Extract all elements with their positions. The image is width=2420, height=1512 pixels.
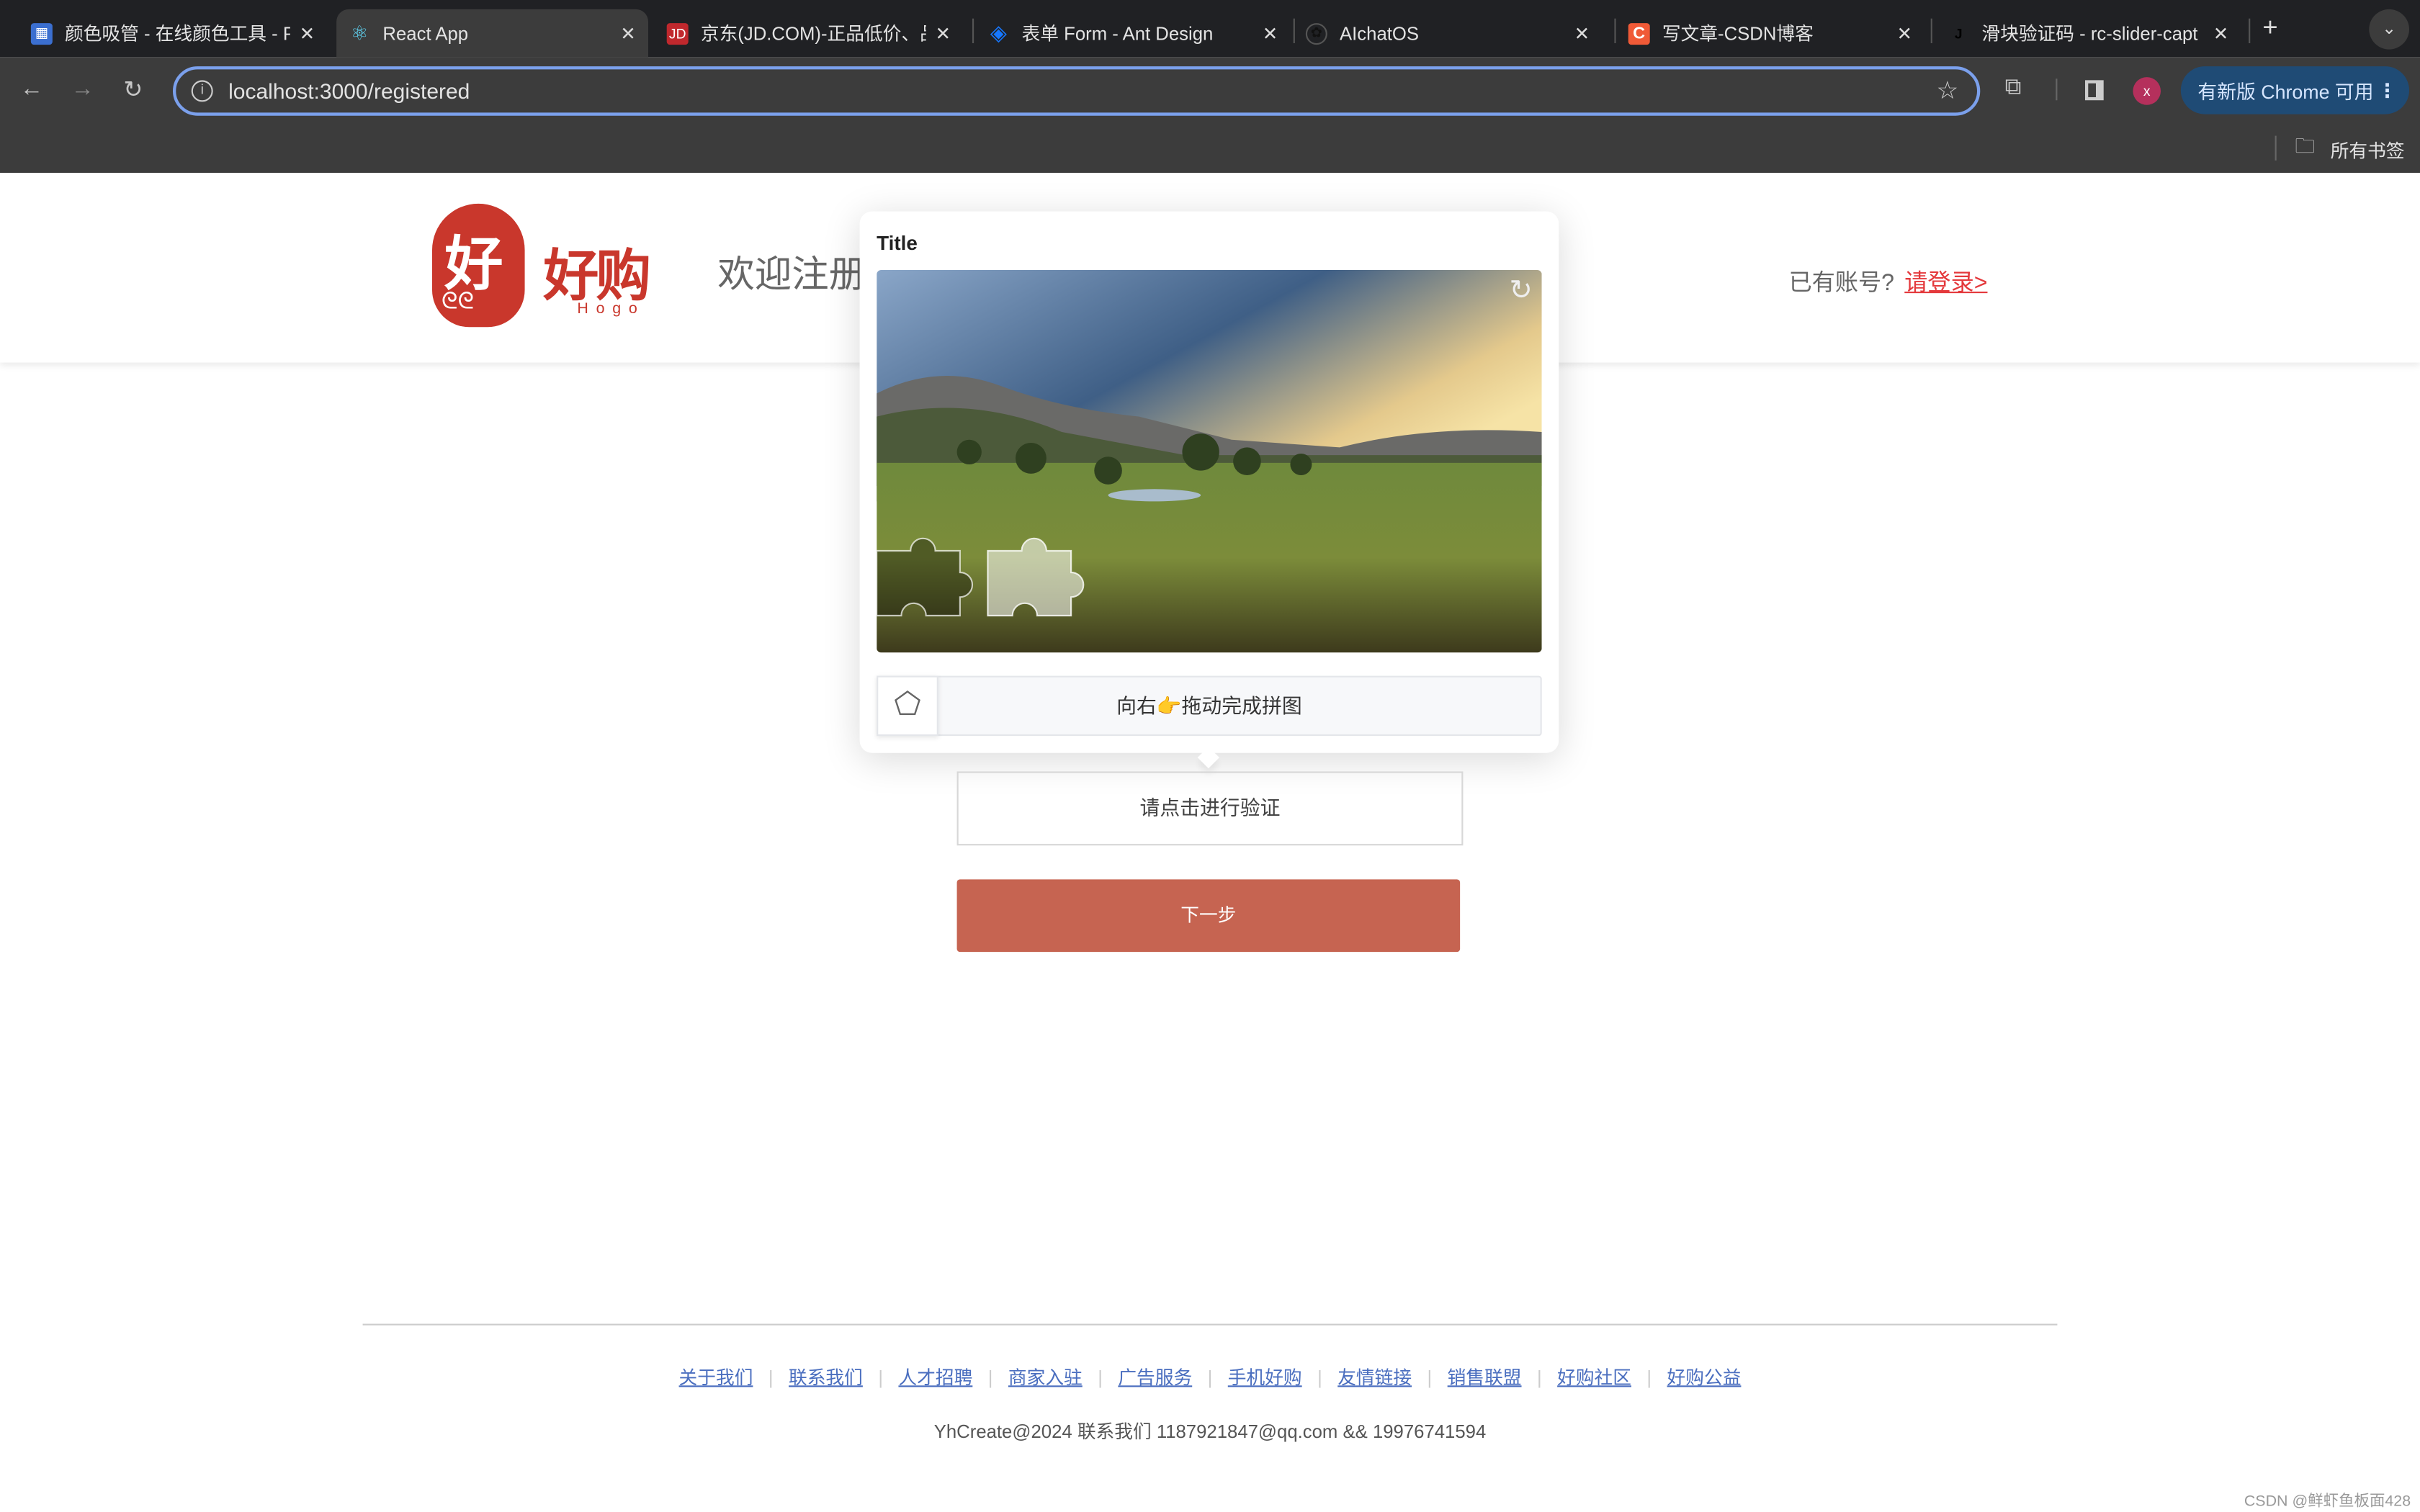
logo-name: 好购: [543, 243, 651, 309]
login-link[interactable]: 请登录>: [1904, 266, 1987, 298]
footer-link[interactable]: 联系我们: [774, 1367, 879, 1389]
reload-icon[interactable]: ↻: [123, 76, 143, 103]
tab-strip: ▦ 颜色吸管 - 在线颜色工具 - P ✕ ⚛ React App ✕ JD 京…: [0, 0, 2420, 58]
footer-separator: |: [1207, 1367, 1213, 1389]
jd-icon: JD: [666, 22, 689, 45]
page-icon: J: [1954, 25, 1963, 41]
close-tab-icon[interactable]: ✕: [620, 22, 636, 44]
forward-icon[interactable]: →: [71, 76, 94, 102]
watermark: CSDN @鲜虾鱼板面428: [2244, 1493, 2411, 1511]
copyright: YhCreate@2024 联系我们 1187921847@qq.com && …: [933, 1421, 1487, 1443]
close-tab-icon[interactable]: ✕: [1263, 22, 1278, 44]
footer-separator: |: [1427, 1367, 1433, 1389]
close-tab-icon[interactable]: ✕: [1896, 22, 1912, 44]
tab-aichatos[interactable]: ✿ AIchatOS ✕: [1294, 9, 1603, 57]
footer-separator: |: [1317, 1367, 1322, 1389]
footer-link[interactable]: 销售联盟: [1432, 1367, 1537, 1389]
next-step-button[interactable]: 下一步: [956, 879, 1461, 953]
close-tab-icon[interactable]: ✕: [935, 22, 951, 44]
logo-seal: 好 ᘓᘓ: [432, 203, 525, 328]
site-info-icon[interactable]: i: [191, 80, 213, 102]
captcha-title: Title: [877, 231, 918, 255]
close-tab-icon[interactable]: ✕: [300, 22, 315, 44]
tab-slider-captcha[interactable]: J 滑块验证码 - rc-slider-capt ✕: [1935, 9, 2241, 57]
tab-color-picker[interactable]: ▦ 颜色吸管 - 在线颜色工具 - P ✕: [19, 9, 328, 57]
tab-ant-design[interactable]: ◈ 表单 Form - Ant Design ✕: [975, 9, 1290, 57]
logo-sub: Hogo: [577, 300, 645, 318]
address-bar[interactable]: i localhost:3000/registered ☆: [173, 66, 1981, 116]
page-title: 欢迎注册: [717, 254, 866, 297]
captcha-popover: Title ↻ 向右👉拖动完成拼图 ⬠: [859, 211, 1559, 769]
cloud-icon: ᘓᘓ: [441, 288, 475, 315]
footer-link[interactable]: 好购公益: [1652, 1367, 1757, 1389]
footer-link[interactable]: 手机好购: [1212, 1367, 1317, 1389]
chrome-update-button[interactable]: 有新版 Chrome 可用 ⋮: [2180, 66, 2409, 114]
close-tab-icon[interactable]: ✕: [1574, 22, 1590, 44]
popover-arrow: [1197, 746, 1220, 769]
puzzle-handle-icon: ⬠: [894, 688, 921, 722]
footer-link[interactable]: 关于我们: [663, 1367, 768, 1389]
slider-handle[interactable]: ⬠: [877, 675, 938, 737]
captcha-image: ↻: [877, 270, 1542, 653]
footer-divider: [362, 1323, 2058, 1326]
csdn-icon: C: [1628, 22, 1650, 45]
tab-react-app[interactable]: ⚛ React App ✕: [336, 9, 648, 58]
all-bookmarks[interactable]: 所有书签: [2331, 138, 2405, 163]
footer-link[interactable]: 人才招聘: [883, 1367, 988, 1389]
footer-separator: |: [768, 1367, 774, 1389]
verify-button[interactable]: 请点击进行验证: [956, 771, 1464, 846]
refresh-icon[interactable]: ↻: [1510, 274, 1533, 307]
tab-search-button[interactable]: ⌄: [2369, 9, 2409, 50]
footer-link[interactable]: 广告服务: [1103, 1367, 1208, 1389]
footer-separator: |: [1536, 1367, 1542, 1389]
url-text[interactable]: localhost:3000/registered: [228, 78, 470, 103]
folder-icon: 🗀: [2295, 134, 2316, 158]
slider-hint: 向右👉拖动完成拼图: [1116, 694, 1302, 718]
openai-icon: ✿: [1305, 22, 1327, 45]
footer-link[interactable]: 好购社区: [1542, 1367, 1647, 1389]
captcha-slider-track[interactable]: 向右👉拖动完成拼图: [877, 675, 1542, 737]
footer-link[interactable]: 友情链接: [1322, 1367, 1428, 1389]
profile-avatar[interactable]: x: [2133, 77, 2161, 105]
ant-design-icon: ◈: [990, 19, 1007, 45]
footer-links: 关于我们 | 联系我们 | 人才招聘 | 商家入驻 | 广告服务 | 手机好购 | 友情链接 | 销售联盟 |…: [0, 1364, 2420, 1390]
new-tab-button[interactable]: +: [2262, 12, 2277, 43]
extensions-icon[interactable]: ⧉: [2005, 74, 2022, 100]
bookmark-star-icon[interactable]: ☆: [1937, 76, 1959, 107]
back-icon[interactable]: ←: [20, 76, 43, 102]
react-icon: ⚛: [350, 20, 369, 45]
footer-link[interactable]: 商家入驻: [992, 1367, 1098, 1389]
side-panel-icon[interactable]: [2085, 80, 2104, 101]
color-picker-icon: ▦: [30, 22, 53, 45]
menu-icon[interactable]: ⋮: [2378, 78, 2397, 102]
tab-csdn[interactable]: C 写文章-CSDN博客 ✕: [1616, 9, 1925, 57]
close-tab-icon[interactable]: ✕: [2213, 22, 2229, 44]
has-account-label: 已有账号?: [1788, 270, 1895, 297]
tab-jd[interactable]: JD 京东(JD.COM)-正品低价、品 ✕: [655, 9, 964, 57]
